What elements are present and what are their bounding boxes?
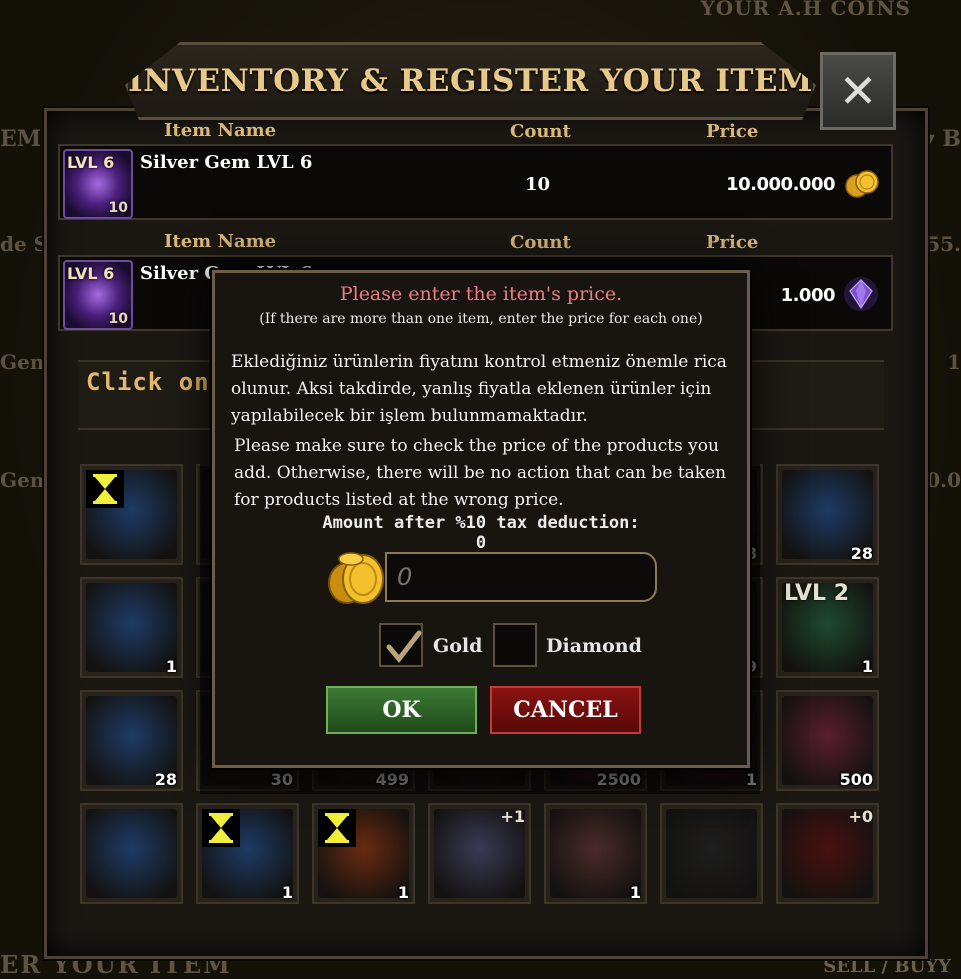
inventory-slot[interactable] [80,464,183,565]
inventory-slot[interactable]: 500 [776,690,879,791]
hourglass-icon [318,809,356,847]
inventory-slot[interactable]: 1 [80,577,183,678]
gold-coins-icon [328,552,384,604]
tax-value: 0 [475,533,487,553]
ah-coins-label: YOUR A.H COINS [700,0,911,20]
gold-coin-icon [845,170,879,198]
slot-level: LVL 2 [784,581,850,606]
tax-label: Amount after %10 tax deduction: [322,513,640,533]
title-plate: INVENTORY & REGISTER YOUR ITEM [125,42,816,120]
slot-count: 500 [839,770,873,789]
item-price: 10.000.000 [726,174,835,195]
inventory-slot[interactable]: 28 [80,690,183,791]
dialog-title: Please enter the item's price. [339,283,623,305]
bg-side-text: Gen [0,468,45,492]
inventory-slot[interactable]: LVL 2 1 [776,577,879,678]
diamond-icon [844,277,878,311]
close-icon: ✕ [838,64,878,118]
item-count: 10 [525,174,551,195]
col-item-name: Item Name [164,120,277,141]
bg-side-text: 55. [926,232,961,256]
gold-checkbox[interactable] [379,623,423,667]
col-price: Price [706,121,759,142]
checkmark-icon [386,630,422,663]
ok-button-label: OK [382,697,421,723]
warning-english: Please make sure to check the price of t… [234,436,727,510]
inventory-slot[interactable]: +1 [428,803,531,904]
item-level: LVL 6 [67,153,115,172]
inventory-slot[interactable] [80,803,183,904]
silver-gem-icon: LVL 6 10 [63,149,133,219]
col-price: Price [706,232,759,253]
item-qty: 10 [108,311,128,327]
price-input[interactable] [385,552,657,602]
listing-row[interactable]: LVL 6 10 Silver Gem LVL 6 10 10.000.000 [58,144,893,220]
item-art-icon [86,583,177,672]
item-price: 1.000 [780,285,836,306]
col-item-name: Item Name [164,231,277,252]
bg-side-text: 0.0 [926,468,961,492]
item-level: LVL 6 [67,264,115,283]
close-button[interactable]: ✕ [820,52,896,130]
diamond-label: Diamond [546,635,642,657]
cancel-button-label: CANCEL [513,697,618,723]
slot-count: 28 [850,544,873,563]
bg-side-text: 1 [947,350,961,374]
inventory-slot[interactable]: 1 [196,803,299,904]
window-title: INVENTORY & REGISTER YOUR ITEM [128,63,813,99]
dialog-subtitle: (If there are more than one item, enter … [259,311,703,327]
item-art-icon [666,809,757,898]
slot-upgrade: +1 [500,807,525,826]
hourglass-icon [86,470,124,508]
item-name: Silver Gem LVL 6 [140,152,313,173]
cancel-button[interactable]: CANCEL [490,686,641,734]
hourglass-icon [202,809,240,847]
bg-side-text: Gen [0,350,45,374]
slot-upgrade: +0 [848,807,873,826]
silver-gem-icon: LVL 6 10 [63,260,133,330]
col-count: Count [510,232,571,253]
inventory-slot[interactable]: 28 [776,464,879,565]
item-art-icon [550,809,641,898]
item-qty: 10 [108,200,128,216]
slot-count: 28 [154,770,177,789]
inventory-slot[interactable]: 1 [312,803,415,904]
diamond-checkbox[interactable] [493,623,537,667]
item-art-icon [86,809,177,898]
col-count: Count [510,121,571,142]
slot-count: 1 [165,657,177,676]
bg-sell-buy-label: SELL / BUYY [823,956,951,977]
slot-count: 1 [397,883,409,902]
bg-side-text: ▾ B [923,126,961,152]
slot-count: 1 [861,657,873,676]
slot-count: 1 [629,883,641,902]
bg-side-text: EM [0,126,42,152]
inventory-slot[interactable]: +0 [776,803,879,904]
slot-count: 1 [281,883,293,902]
inventory-slot[interactable] [660,803,763,904]
bg-side-text: de S [0,232,49,256]
warning-turkish: Eklediğiniz ürünlerin fiyatını kontrol e… [231,352,727,426]
ok-button[interactable]: OK [326,686,477,734]
inventory-slot[interactable]: 1 [544,803,647,904]
price-dialog: Please enter the item's price. (If there… [212,270,750,768]
gold-label: Gold [433,635,483,657]
